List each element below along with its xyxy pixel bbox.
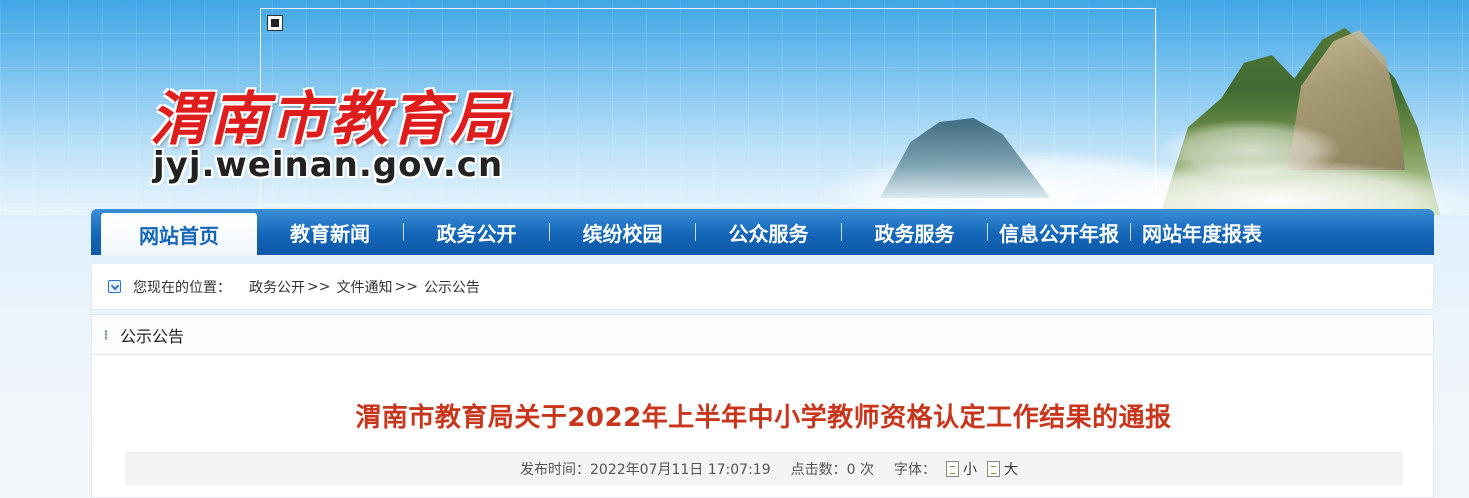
content-panel: 公示公告 渭南市教育局关于2022年上半年中小学教师资格认定工作结果的通报 发布… — [91, 314, 1434, 498]
font-size-control: 字体： 小 大 — [894, 459, 1018, 479]
header-banner: 渭南市教育局 jyj.weinan.gov.cn — [0, 0, 1469, 215]
nav-item-info-annual-report[interactable]: 信息公开年报 — [988, 209, 1130, 255]
nav-item-campus[interactable]: 缤纷校园 — [550, 209, 695, 255]
nav-item-public-service[interactable]: 公众服务 — [696, 209, 841, 255]
breadcrumb-link-announcements[interactable]: 公示公告 — [424, 277, 480, 297]
nav-item-education-news[interactable]: 教育新闻 — [257, 209, 403, 255]
breadcrumb-separator: >> — [307, 278, 331, 295]
font-small-label: 小 — [962, 462, 977, 478]
location-chevron-icon — [108, 280, 121, 293]
font-size-label: 字体： — [893, 462, 936, 478]
breadcrumb-link-notices[interactable]: 文件通知 — [336, 277, 392, 297]
banner-frame-handle-icon[interactable] — [267, 15, 283, 31]
breadcrumb: 您现在的位置： 政务公开 >> 文件通知 >> 公示公告 — [91, 263, 1434, 310]
font-large-label: 大 — [1003, 462, 1018, 478]
panel-header: 公示公告 — [92, 315, 1433, 355]
nav-item-home[interactable]: 网站首页 — [101, 213, 257, 255]
article-meta-bar: 发布时间：2022年07月11日 17:07:19 点击数：0 次 字体： 小 … — [125, 452, 1403, 485]
site-logo-title[interactable]: 渭南市教育局 — [150, 72, 510, 156]
breadcrumb-prefix: 您现在的位置： — [133, 279, 231, 296]
nav-item-site-annual-report[interactable]: 网站年度报表 — [1131, 209, 1273, 255]
main-nav: 网站首页 教育新闻 政务公开 缤纷校园 公众服务 政务服务 信息公开年报 网站年… — [91, 209, 1434, 255]
nav-item-government-affairs[interactable]: 政务公开 — [404, 209, 549, 255]
nav-item-government-service[interactable]: 政务服务 — [842, 209, 987, 255]
panel-header-dots-icon — [104, 329, 108, 340]
breadcrumb-separator: >> — [394, 278, 418, 295]
panel-title: 公示公告 — [120, 326, 185, 346]
click-count: 点击数：0 次 — [791, 459, 874, 479]
click-count-label: 点击数： — [790, 462, 847, 478]
publish-time: 发布时间：2022年07月11日 17:07:19 — [520, 459, 771, 479]
click-count-value: 0 次 — [846, 462, 874, 478]
site-domain: jyj.weinan.gov.cn — [153, 145, 504, 185]
breadcrumb-link-government-affairs[interactable]: 政务公开 — [249, 277, 305, 297]
document-icon — [945, 461, 959, 477]
font-large-button[interactable]: 大 — [986, 459, 1018, 479]
publish-time-value: 2022年07月11日 17:07:19 — [590, 462, 771, 478]
publish-time-label: 发布时间： — [520, 462, 591, 478]
font-small-button[interactable]: 小 — [945, 459, 977, 479]
document-icon — [986, 461, 1000, 477]
article-title: 渭南市教育局关于2022年上半年中小学教师资格认定工作结果的通报 — [355, 403, 1172, 433]
banner-cloud — [1160, 120, 1340, 180]
